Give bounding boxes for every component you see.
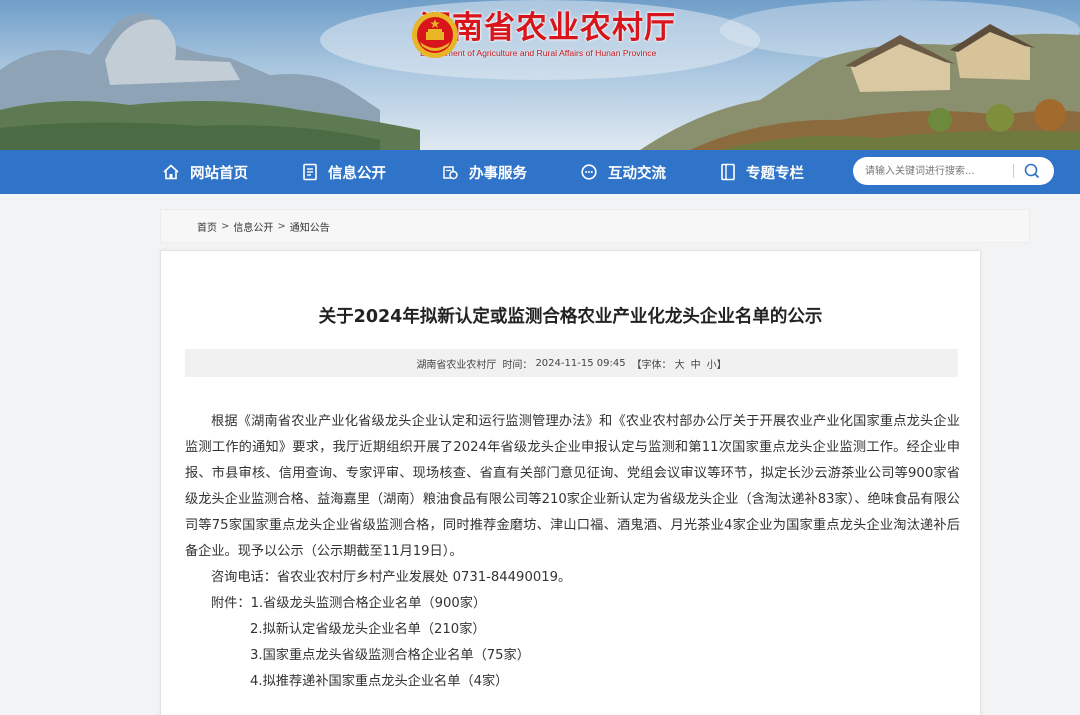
- column-icon: [721, 163, 735, 181]
- article-title: 关于2024年拟新认定或监测合格农业产业化龙头企业名单的公示: [318, 307, 823, 327]
- attachments-label: 附件：: [211, 596, 251, 611]
- header-banner: 湖南省农业农村厅 Department of Agriculture and R…: [0, 0, 1080, 150]
- breadcrumb-separator: >: [221, 220, 230, 232]
- font-size-label: 【字体：: [631, 359, 672, 371]
- search-icon: [1024, 163, 1040, 179]
- nav-item-services[interactable]: 办事服务: [441, 150, 527, 194]
- attachment-row: 4.拟推荐递补国家重点龙头企业名单（4家）: [185, 669, 960, 695]
- site-logo[interactable]: 湖南省农业农村厅 Department of Agriculture and R…: [410, 10, 676, 58]
- breadcrumb-info-disclosure[interactable]: 信息公开: [233, 219, 273, 234]
- nav-item-label: 信息公开: [328, 165, 386, 182]
- attachment-link[interactable]: 4.拟推荐递补国家重点龙头企业名单（4家）: [250, 674, 508, 689]
- service-icon: [443, 166, 458, 180]
- font-size-large-button[interactable]: 大: [675, 356, 685, 371]
- font-size-small-button[interactable]: 小: [707, 356, 717, 371]
- article-body: 根据《湖南省农业产业化省级龙头企业认定和运行监测管理办法》和《农业农村部办公厅关…: [185, 409, 960, 695]
- nav-item-home[interactable]: 网站首页: [162, 150, 248, 194]
- search-box: [853, 157, 1054, 185]
- attachment-row: 3.国家重点龙头省级监测合格企业名单（75家）: [185, 643, 960, 669]
- nav-item-label: 办事服务: [469, 165, 527, 182]
- article-paragraph: 根据《湖南省农业产业化省级龙头企业认定和运行监测管理办法》和《农业农村部办公厅关…: [185, 414, 960, 559]
- attachment-link[interactable]: 2.拟新认定省级龙头企业名单（210家）: [250, 622, 486, 637]
- nav-item-info-disclosure[interactable]: 信息公开: [302, 150, 386, 194]
- attachment-row: 附件：1.省级龙头监测合格企业名单（900家）: [185, 591, 960, 617]
- contact-line: 咨询电话：省农业农村厅乡村产业发展处 0731-84490019。: [211, 570, 572, 585]
- attachment-row: 2.拟新认定省级龙头企业名单（210家）: [185, 617, 960, 643]
- breadcrumb: 首页 > 信息公开 > 通知公告: [160, 209, 1030, 243]
- article-time-label: 时间：: [502, 359, 533, 371]
- nav-item-interaction[interactable]: 互动交流: [580, 150, 666, 194]
- nav-item-label: 网站首页: [190, 165, 248, 182]
- search-button[interactable]: [1021, 162, 1043, 180]
- breadcrumb-notices[interactable]: 通知公告: [290, 219, 330, 234]
- breadcrumb-home[interactable]: 首页: [197, 219, 217, 234]
- article-card: 关于2024年拟新认定或监测合格农业产业化龙头企业名单的公示 湖南省农业农村厅 …: [160, 250, 981, 715]
- article-source: 湖南省农业农村厅: [416, 359, 497, 371]
- search-input[interactable]: [865, 157, 1015, 185]
- nav-item-special-topics[interactable]: 专题专栏: [720, 150, 804, 194]
- attachment-link[interactable]: 1.省级龙头监测合格企业名单（900家）: [251, 596, 487, 611]
- breadcrumb-separator: >: [277, 220, 286, 232]
- article-time: 2024-11-15 09:45: [535, 357, 626, 369]
- document-list-icon: [303, 163, 317, 181]
- home-icon: [163, 164, 179, 180]
- nav-item-label: 互动交流: [608, 165, 666, 182]
- search-divider: [1013, 164, 1014, 178]
- attachment-link[interactable]: 3.国家重点龙头省级监测合格企业名单（75家）: [250, 648, 530, 663]
- font-size-medium-button[interactable]: 中: [691, 356, 701, 371]
- article-meta: 湖南省农业农村厅 时间： 2024-11-15 09:45 【字体： 大 中 小…: [185, 349, 958, 377]
- font-size-close: 】: [716, 359, 727, 371]
- chat-icon: [581, 164, 597, 180]
- nav-item-label: 专题专栏: [746, 165, 804, 182]
- national-emblem-icon: [412, 12, 458, 58]
